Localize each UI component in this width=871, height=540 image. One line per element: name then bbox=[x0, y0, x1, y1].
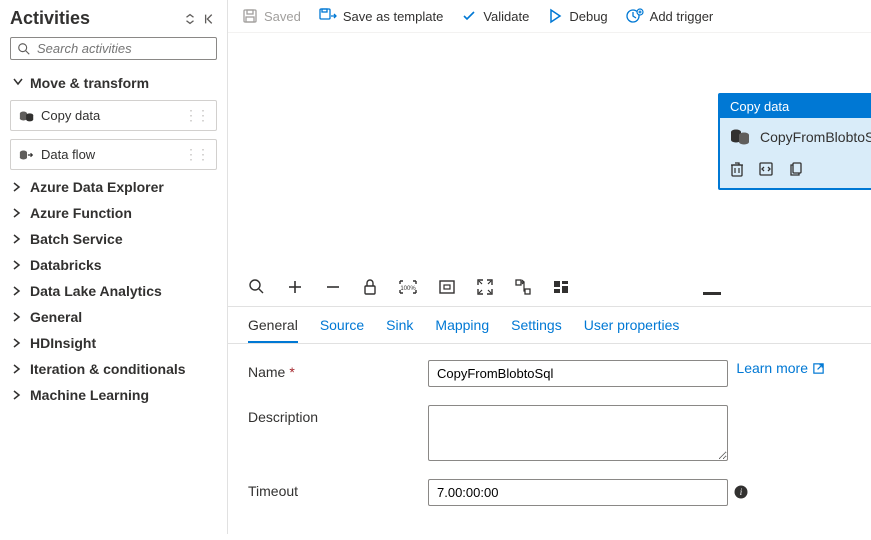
drag-grip-icon[interactable]: ⋮⋮ bbox=[184, 107, 208, 124]
chevron-up-down-icon[interactable] bbox=[183, 12, 197, 26]
group-azure-function[interactable]: Azure Function bbox=[10, 200, 217, 226]
main-area: Saved Save as template Validate Debug Ad… bbox=[228, 0, 871, 534]
code-icon[interactable] bbox=[758, 161, 774, 177]
collapse-panel-icon[interactable] bbox=[203, 12, 217, 26]
node-name: CopyFromBlobtoSql bbox=[760, 129, 871, 145]
caret-right-icon bbox=[12, 338, 24, 348]
group-move-transform[interactable]: Move & transform bbox=[10, 70, 217, 96]
resize-handle[interactable] bbox=[703, 292, 721, 295]
save-as-template-button[interactable]: Save as template bbox=[319, 8, 443, 24]
zoom-search-icon[interactable] bbox=[248, 278, 266, 296]
group-data-lake-analytics[interactable]: Data Lake Analytics bbox=[10, 278, 217, 304]
search-icon bbox=[17, 42, 31, 56]
search-input-wrap[interactable] bbox=[10, 37, 217, 60]
search-input[interactable] bbox=[37, 41, 210, 56]
caret-right-icon bbox=[12, 312, 24, 322]
activity-copy-data[interactable]: Copy data ⋮⋮ bbox=[10, 100, 217, 131]
tab-sink[interactable]: Sink bbox=[386, 317, 413, 343]
fit-screen-icon[interactable] bbox=[438, 279, 456, 295]
group-iteration-conditionals[interactable]: Iteration & conditionals bbox=[10, 356, 217, 382]
activity-label: Copy data bbox=[41, 108, 100, 123]
activity-data-flow[interactable]: Data flow ⋮⋮ bbox=[10, 139, 217, 170]
trigger-icon bbox=[626, 8, 644, 24]
tab-mapping[interactable]: Mapping bbox=[435, 317, 489, 343]
canvas-toolbar: 100% bbox=[228, 268, 871, 307]
caret-right-icon bbox=[12, 234, 24, 244]
tab-source[interactable]: Source bbox=[320, 317, 364, 343]
delete-icon[interactable] bbox=[730, 161, 744, 177]
caret-right-icon bbox=[12, 390, 24, 400]
zoom-in-icon[interactable] bbox=[286, 278, 304, 296]
group-azure-data-explorer[interactable]: Azure Data Explorer bbox=[10, 174, 217, 200]
group-machine-learning[interactable]: Machine Learning bbox=[10, 382, 217, 408]
group-batch-service[interactable]: Batch Service bbox=[10, 226, 217, 252]
caret-right-icon bbox=[12, 208, 24, 218]
caret-right-icon bbox=[12, 364, 24, 374]
database-icon bbox=[730, 128, 750, 146]
layout-icon[interactable] bbox=[552, 279, 570, 295]
general-form: Learn more Name* Description Timeout i bbox=[228, 344, 871, 540]
external-link-icon bbox=[812, 362, 825, 375]
activities-sidebar: Activities Move & transform Copy data ⋮⋮… bbox=[0, 0, 228, 534]
validate-button[interactable]: Validate bbox=[461, 8, 529, 24]
node-header: Copy data bbox=[720, 95, 871, 118]
property-tabs: General Source Sink Mapping Settings Use… bbox=[228, 307, 871, 344]
tab-general[interactable]: General bbox=[248, 317, 298, 343]
tab-settings[interactable]: Settings bbox=[511, 317, 562, 343]
clone-icon[interactable] bbox=[788, 161, 804, 177]
group-databricks[interactable]: Databricks bbox=[10, 252, 217, 278]
activity-label: Data flow bbox=[41, 147, 95, 162]
lock-icon[interactable] bbox=[362, 278, 378, 296]
pipeline-canvas[interactable]: Copy data CopyFromBlobtoSql bbox=[228, 33, 871, 268]
save-icon bbox=[242, 8, 258, 24]
copy-data-icon bbox=[19, 109, 35, 123]
saved-button: Saved bbox=[242, 8, 301, 24]
top-toolbar: Saved Save as template Validate Debug Ad… bbox=[228, 0, 871, 33]
timeout-input[interactable] bbox=[428, 479, 728, 506]
template-icon bbox=[319, 8, 337, 24]
caret-right-icon bbox=[12, 182, 24, 192]
play-icon bbox=[547, 8, 563, 24]
zoom-out-icon[interactable] bbox=[324, 278, 342, 296]
group-general[interactable]: General bbox=[10, 304, 217, 330]
checkmark-icon bbox=[461, 8, 477, 24]
info-icon[interactable]: i bbox=[734, 485, 748, 499]
data-flow-icon bbox=[19, 148, 35, 162]
caret-down-icon bbox=[13, 77, 23, 89]
copy-data-node[interactable]: Copy data CopyFromBlobtoSql bbox=[718, 93, 871, 190]
debug-button[interactable]: Debug bbox=[547, 8, 607, 24]
timeout-label: Timeout bbox=[248, 479, 428, 499]
svg-text:100%: 100% bbox=[400, 286, 416, 292]
learn-more-link[interactable]: Learn more bbox=[736, 360, 825, 376]
tab-user-properties[interactable]: User properties bbox=[584, 317, 680, 343]
caret-right-icon bbox=[12, 286, 24, 296]
drag-grip-icon[interactable]: ⋮⋮ bbox=[184, 146, 208, 163]
description-input[interactable] bbox=[428, 405, 728, 461]
add-trigger-button[interactable]: Add trigger bbox=[626, 8, 714, 24]
sidebar-title: Activities bbox=[10, 8, 90, 29]
description-label: Description bbox=[248, 405, 428, 425]
auto-align-icon[interactable] bbox=[514, 278, 532, 296]
name-input[interactable] bbox=[428, 360, 728, 387]
fullscreen-icon[interactable] bbox=[476, 278, 494, 296]
name-label: Name* bbox=[248, 360, 428, 380]
group-hdinsight[interactable]: HDInsight bbox=[10, 330, 217, 356]
zoom-100-icon[interactable]: 100% bbox=[398, 279, 418, 295]
caret-right-icon bbox=[12, 260, 24, 270]
